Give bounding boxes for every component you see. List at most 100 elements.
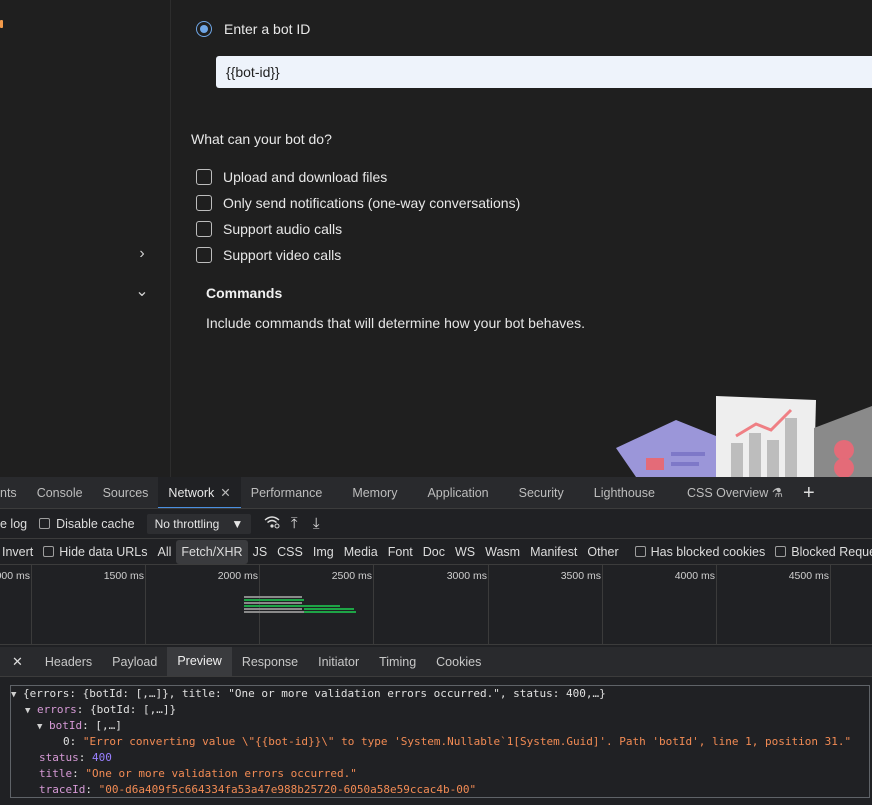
tab-headers[interactable]: Headers <box>35 647 102 676</box>
json-traceid-value: "00-d6a409f5c664334fa53a47e988b25720-605… <box>98 783 477 796</box>
tab-memory[interactable]: Memory <box>332 477 417 508</box>
json-errors-row[interactable]: ▼ errors: {botId: [,…]} <box>11 702 869 718</box>
export-har-icon[interactable]: ⤓ <box>305 515 327 532</box>
tick-line <box>830 565 831 645</box>
network-toolbar: e log Disable cache No throttling ▼ ⤒ ⤓ <box>0 509 872 539</box>
filter-label: Hide data URLs <box>59 544 148 559</box>
checkbox[interactable] <box>634 546 646 557</box>
json-botid-summary: [,…] <box>95 719 122 732</box>
radio-selected[interactable] <box>196 21 212 37</box>
tab-css-overview-label: CSS Overview <box>686 485 769 500</box>
tick-line <box>373 565 374 645</box>
filter-img[interactable]: Img <box>308 540 339 564</box>
enter-bot-id-option[interactable]: Enter a bot ID <box>196 21 310 37</box>
import-har-icon[interactable]: ⤒ <box>283 515 305 532</box>
close-icon[interactable]: ✕ <box>220 486 230 500</box>
filter-fetch-xhr[interactable]: Fetch/XHR <box>176 539 248 564</box>
checkbox[interactable] <box>196 169 212 185</box>
expand-triangle-icon[interactable]: ▼ <box>37 719 49 735</box>
nav-indicator <box>0 20 3 28</box>
request-bar <box>304 605 340 607</box>
tab-security[interactable]: Security <box>499 477 584 508</box>
checkbox[interactable] <box>196 195 212 211</box>
commands-description: Include commands that will determine how… <box>206 315 585 331</box>
add-tab-icon[interactable]: + <box>793 479 825 507</box>
tab-timing[interactable]: Timing <box>369 647 426 676</box>
commands-illustration <box>616 396 872 477</box>
filter-other[interactable]: Other <box>582 540 623 564</box>
tab-cookies[interactable]: Cookies <box>426 647 491 676</box>
filter-blocked-requests[interactable]: Blocked Requests <box>770 540 872 564</box>
chevron-right-icon[interactable]: › <box>134 246 150 262</box>
json-errors-summary: {botId: [,…]} <box>90 703 177 716</box>
tick-label: 1500 ms <box>103 570 144 582</box>
checkbox[interactable] <box>196 247 212 263</box>
checkbox[interactable] <box>196 221 212 237</box>
capability-upload-files[interactable]: Upload and download files <box>196 169 387 185</box>
chevron-down-icon[interactable]: ⌄ <box>134 284 150 300</box>
filter-label: Has blocked cookies <box>650 544 766 559</box>
filter-ws[interactable]: WS <box>450 540 480 564</box>
expand-triangle-icon[interactable]: ▼ <box>25 703 37 719</box>
tab-initiator[interactable]: Initiator <box>308 647 369 676</box>
disable-cache-option[interactable]: Disable cache <box>39 517 135 531</box>
network-overview-timeline[interactable]: 000 ms 1500 ms 2000 ms 2500 ms 3000 ms 3… <box>0 565 872 645</box>
flask-icon: ⚗ <box>771 485 783 500</box>
devtools-panel: nts Console Sources Network ✕ Performance… <box>0 477 872 805</box>
filter-hide-data-urls[interactable]: Hide data URLs <box>38 540 152 564</box>
throttling-select[interactable]: No throttling ▼ <box>146 513 252 534</box>
capability-label: Upload and download files <box>223 169 388 185</box>
filter-wasm[interactable]: Wasm <box>480 540 525 564</box>
json-root-row[interactable]: ▼ {errors: {botId: [,…]}, title: "One or … <box>11 686 869 702</box>
tick-label: 4000 ms <box>674 570 715 582</box>
tab-performance[interactable]: Performance <box>241 477 333 508</box>
request-bar <box>244 605 304 607</box>
tab-response[interactable]: Response <box>232 647 308 676</box>
tab-css-overview[interactable]: CSS Overview ⚗ <box>665 477 793 508</box>
filter-doc[interactable]: Doc <box>418 540 450 564</box>
tab-application[interactable]: Application <box>417 477 498 508</box>
filter-css[interactable]: CSS <box>272 540 308 564</box>
json-botid-row[interactable]: ▼ botId: [,…] <box>11 718 869 734</box>
filter-has-blocked-cookies[interactable]: Has blocked cookies <box>630 540 771 564</box>
checkbox[interactable] <box>39 518 51 529</box>
close-icon[interactable]: ✕ <box>0 654 35 670</box>
checkbox[interactable] <box>775 546 787 557</box>
preserve-log-label[interactable]: e log <box>0 517 27 531</box>
devtools-tab-bar: nts Console Sources Network ✕ Performance… <box>0 477 872 509</box>
json-traceid-row: traceId: "00-d6a409f5c664334fa53a47e988b… <box>39 783 477 796</box>
json-preview-tree: ▼ {errors: {botId: [,…]}, title: "One or … <box>10 685 870 798</box>
tab-sources[interactable]: Sources <box>93 477 159 508</box>
json-status-value: 400 <box>92 751 112 764</box>
tick-label: 4500 ms <box>788 570 829 582</box>
bot-id-input[interactable] <box>216 56 872 88</box>
throttling-value: No throttling <box>154 516 220 531</box>
capability-notifications-only[interactable]: Only send notifications (one-way convers… <box>196 195 520 211</box>
filter-label: Blocked Requests <box>791 544 872 559</box>
filter-all[interactable]: All <box>153 540 177 564</box>
filter-media[interactable]: Media <box>339 540 383 564</box>
tab-payload[interactable]: Payload <box>102 647 167 676</box>
tab-network-label: Network <box>168 485 215 500</box>
filter-js[interactable]: JS <box>248 540 273 564</box>
caret-down-icon: ▼ <box>231 516 244 531</box>
tab-elements[interactable]: nts <box>0 477 27 508</box>
tab-network[interactable]: Network ✕ <box>158 477 241 508</box>
capability-video-calls[interactable]: Support video calls <box>196 247 341 263</box>
request-bar <box>244 596 302 598</box>
checkbox[interactable] <box>43 546 55 557</box>
filter-manifest[interactable]: Manifest <box>525 540 582 564</box>
request-bar <box>244 608 302 610</box>
tick-line <box>716 565 717 645</box>
filter-font[interactable]: Font <box>383 540 418 564</box>
bot-settings-panel: Enter a bot ID What can your bot do? Upl… <box>171 0 872 477</box>
filter-invert[interactable]: Invert <box>0 540 38 564</box>
request-bar <box>244 611 304 613</box>
capability-audio-calls[interactable]: Support audio calls <box>196 221 342 237</box>
network-conditions-icon[interactable] <box>261 515 283 533</box>
tab-preview[interactable]: Preview <box>167 647 232 676</box>
tab-console[interactable]: Console <box>27 477 93 508</box>
tab-lighthouse[interactable]: Lighthouse <box>584 477 665 508</box>
expand-triangle-icon[interactable]: ▼ <box>11 687 23 703</box>
request-bar <box>244 602 302 604</box>
